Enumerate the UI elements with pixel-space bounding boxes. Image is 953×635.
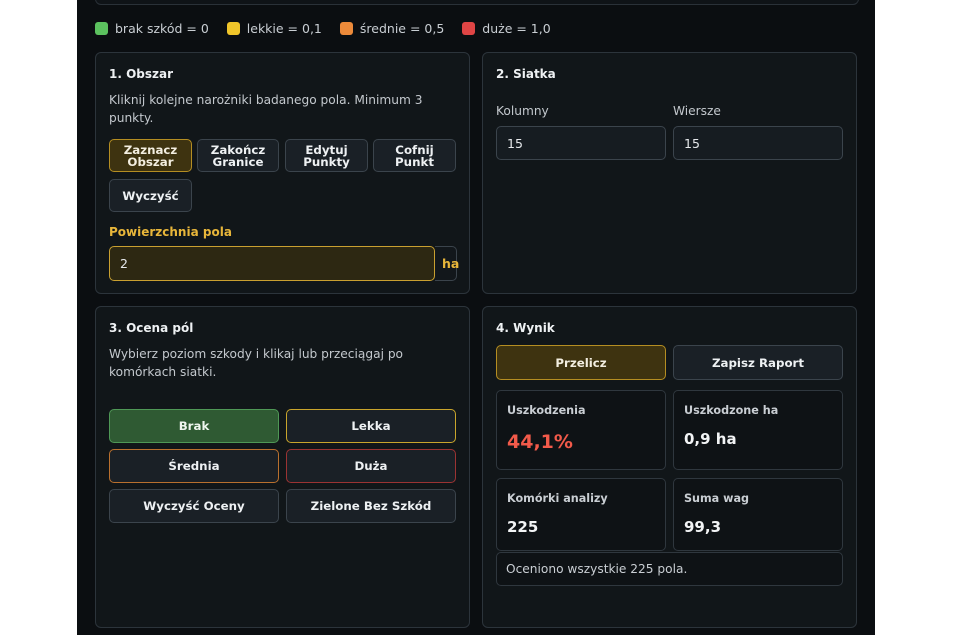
legend-swatch-none <box>95 21 108 35</box>
rating-panel: 3. Ocena pól Wybierz poziom szkody i kli… <box>95 306 470 628</box>
legend-item-medium: średnie = 0,5 <box>339 20 445 36</box>
clear-ratings-label: Wyczyść Oceny <box>143 499 245 513</box>
field-area-value: 2 <box>120 256 128 271</box>
damaged-ha-card: Uszkodzone ha 0,9 ha <box>673 390 843 470</box>
legend-item-light: lekkie = 0,1 <box>226 20 322 36</box>
damage-percent-label: Uszkodzenia <box>507 404 586 417</box>
green-no-damage-label: Zielone Bez Szkód <box>310 499 432 513</box>
damage-medium-label: Średnia <box>168 459 220 473</box>
result-panel-title: 4. Wynik <box>496 321 555 335</box>
damage-percent-card: Uszkodzenia 44,1% <box>496 390 666 470</box>
legend-item-heavy: duże = 1,0 <box>462 20 551 36</box>
status-message-text: Oceniono wszystkie 225 pola. <box>506 562 688 576</box>
mark-area-button[interactable]: Zaznacz Obszar <box>109 139 192 172</box>
columns-value: 15 <box>507 135 523 151</box>
weights-sum-label: Suma wag <box>684 492 750 505</box>
status-message: Oceniono wszystkie 225 pola. <box>496 552 843 586</box>
grid-panel-title: 2. Siatka <box>496 67 556 81</box>
field-area-label: Powierzchnia pola <box>109 225 232 239</box>
analysis-cells-card: Komórki analizy 225 <box>496 478 666 551</box>
damage-heavy-label: Duża <box>354 459 388 473</box>
damage-legend: brak szkód = 0 lekkie = 0,1 średnie = 0,… <box>95 20 569 36</box>
top-bar <box>95 0 859 5</box>
damaged-ha-label: Uszkodzone ha <box>684 404 779 417</box>
rating-panel-title: 3. Ocena pól <box>109 321 194 335</box>
damaged-ha-value: 0,9 ha <box>684 430 737 448</box>
field-area-input[interactable]: 2 <box>109 246 435 281</box>
clear-area-button[interactable]: Wyczyść <box>109 179 192 212</box>
analysis-cells-value: 225 <box>507 518 539 536</box>
legend-swatch-light <box>226 21 240 35</box>
legend-label-heavy: duże = 1,0 <box>482 20 551 36</box>
rating-description: Wybierz poziom szkody i klikaj lub przec… <box>109 347 404 379</box>
rows-label: Wiersze <box>673 104 721 118</box>
finish-boundary-label: Zakończ Granice <box>210 142 266 169</box>
weights-sum-value: 99,3 <box>684 518 722 536</box>
rows-value: 15 <box>684 135 700 151</box>
damage-light-button[interactable]: Lekka <box>286 409 456 443</box>
field-area-unit: ha <box>442 256 460 271</box>
clear-area-label: Wyczyść <box>122 188 179 203</box>
clear-ratings-button[interactable]: Wyczyść Oceny <box>109 489 279 523</box>
area-panel-title: 1. Obszar <box>109 67 174 81</box>
result-panel: 4. Wynik Przelicz Zapisz Raport Uszkodze… <box>482 306 857 628</box>
damage-percent-value: 44,1% <box>507 431 573 453</box>
green-no-damage-button[interactable]: Zielone Bez Szkód <box>286 489 456 523</box>
grid-panel: 2. Siatka Kolumny 15 Wiersze 15 <box>482 52 857 294</box>
save-report-button[interactable]: Zapisz Raport <box>673 345 843 380</box>
weights-sum-card: Suma wag 99,3 <box>673 478 843 551</box>
legend-swatch-heavy <box>462 21 476 35</box>
damage-none-label: Brak <box>178 419 210 433</box>
damage-medium-button[interactable]: Średnia <box>109 449 279 483</box>
edit-points-label: Edytuj Punkty <box>303 142 350 169</box>
columns-input[interactable]: 15 <box>496 126 666 160</box>
undo-point-label: Cofnij Punkt <box>395 142 434 169</box>
damage-light-label: Lekka <box>351 419 391 433</box>
legend-label-light: lekkie = 0,1 <box>246 20 322 36</box>
finish-boundary-button[interactable]: Zakończ Granice <box>197 139 279 172</box>
recalculate-label: Przelicz <box>555 355 607 370</box>
mark-area-label: Zaznacz Obszar <box>123 142 178 169</box>
legend-label-medium: średnie = 0,5 <box>359 20 445 36</box>
legend-swatch-medium <box>339 21 353 35</box>
area-description: Kliknij kolejne narożniki badanego pola.… <box>109 93 423 125</box>
undo-point-button[interactable]: Cofnij Punkt <box>373 139 456 172</box>
legend-item-none: brak szkód = 0 <box>95 21 209 36</box>
analysis-cells-label: Komórki analizy <box>507 492 608 505</box>
edit-points-button[interactable]: Edytuj Punkty <box>285 139 368 172</box>
rows-input[interactable]: 15 <box>673 126 843 160</box>
damage-heavy-button[interactable]: Duża <box>286 449 456 483</box>
area-panel: 1. Obszar Kliknij kolejne narożniki bada… <box>95 52 470 294</box>
damage-none-button[interactable]: Brak <box>109 409 279 443</box>
save-report-label: Zapisz Raport <box>711 355 805 370</box>
columns-label: Kolumny <box>496 104 549 118</box>
legend-label-none: brak szkód = 0 <box>115 20 209 36</box>
app-window: brak szkód = 0 lekkie = 0,1 średnie = 0,… <box>77 0 875 635</box>
recalculate-button[interactable]: Przelicz <box>496 345 666 380</box>
